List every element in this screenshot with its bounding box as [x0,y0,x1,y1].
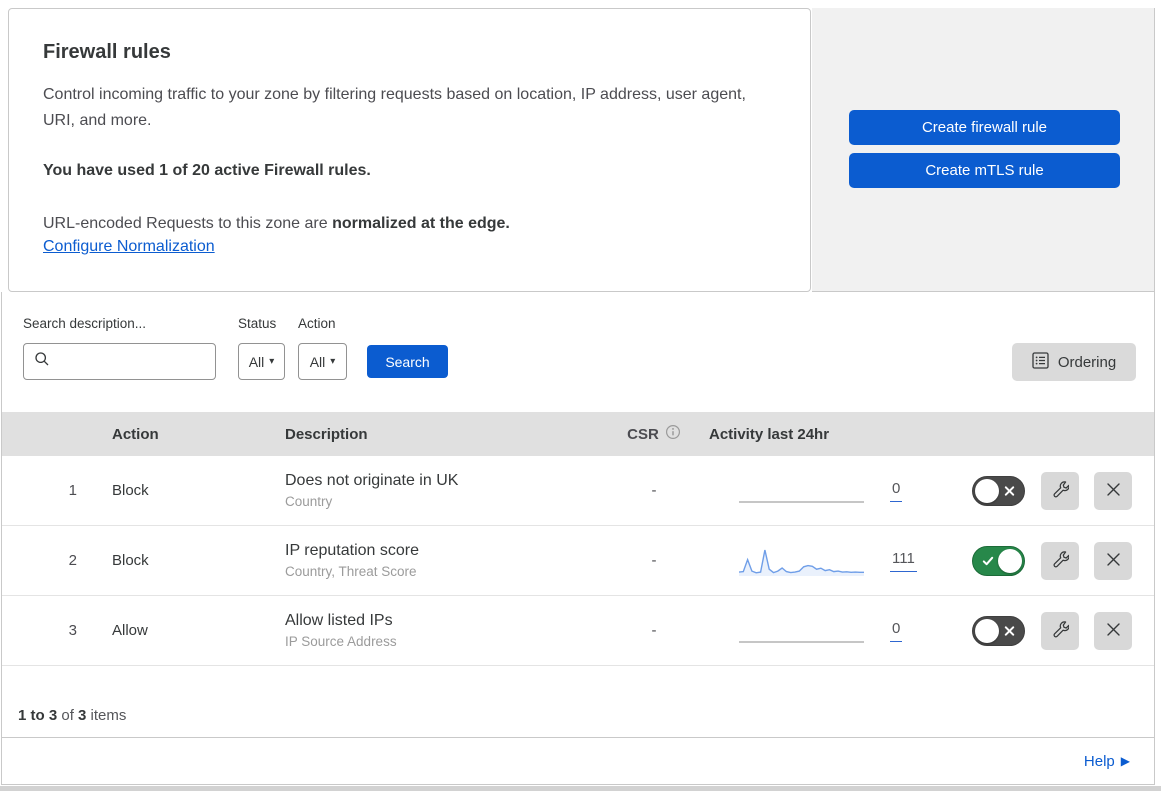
rule-action: Allow [112,622,148,639]
info-icon[interactable] [665,424,681,444]
actions-panel: Create firewall rule Create mTLS rule [812,8,1155,292]
rules-panel: Search description... Status All ▾ Actio… [1,292,1155,738]
list-icon [1032,351,1049,373]
rule-csr: - [651,482,657,499]
header-card: Firewall rules Control incoming traffic … [8,8,811,292]
rule-csr: - [651,622,657,639]
column-action: Action [112,425,159,443]
rule-enabled-toggle[interactable] [972,615,1025,646]
rule-criteria: IP Source Address [285,634,397,649]
column-activity: Activity last 24hr [709,425,830,443]
toggle-knob [998,548,1022,573]
delete-rule-button[interactable] [1094,611,1132,650]
rule-csr: - [651,552,657,569]
ordering-label: Ordering [1057,353,1117,371]
rule-description: IP reputation score [285,542,420,559]
check-icon [982,555,994,567]
status-label: Status [238,316,277,331]
rule-action: Block [112,482,149,499]
rule-criteria: Country [285,494,333,509]
configure-normalization-link[interactable]: Configure Normalization [43,238,215,256]
table-row: 2 Block IP reputation score Country, Thr… [2,526,1154,596]
table-header: Action Description CSR Activity last 24h… [2,412,1154,456]
rule-criteria: Country, Threat Score [285,564,417,579]
rule-enabled-toggle[interactable] [972,545,1025,576]
ordering-button[interactable]: Ordering [1012,343,1136,381]
normalization-note: URL-encoded Requests to this zone are no… [43,210,770,237]
action-select[interactable]: All ▾ [298,343,347,380]
action-value: All [309,353,326,370]
status-filter-group: Status All ▾ [238,316,298,380]
rule-priority: 3 [68,622,77,639]
status-value: All [248,353,265,370]
activity-count-link[interactable]: 0 [890,620,903,642]
activity-sparkline [739,476,864,506]
rule-priority: 1 [68,482,77,499]
search-label: Search description... [23,316,147,331]
normalization-text: URL-encoded Requests to this zone are [43,215,333,232]
edit-rule-button[interactable] [1041,541,1079,580]
usage-summary: You have used 1 of 20 active Firewall ru… [43,162,371,179]
edit-rule-button[interactable] [1041,471,1079,510]
page-title: Firewall rules [43,41,171,63]
chevron-down-icon: ▾ [269,356,275,367]
action-filter-group: Action All ▾ [298,316,367,380]
close-icon [1106,622,1121,640]
search-box [23,343,216,380]
chevron-down-icon: ▾ [330,356,336,367]
help-link[interactable]: Help ▶ [1084,753,1130,770]
pagination-summary: 1 to 3 of 3 items [18,707,127,724]
search-button[interactable]: Search [367,345,448,378]
rule-priority: 2 [68,552,77,569]
firewall-rules-page: Firewall rules Control incoming traffic … [0,0,1161,791]
page-description: Control incoming traffic to your zone by… [43,86,746,129]
close-icon [1106,482,1121,500]
table-row: 1 Block Does not originate in UK Country… [2,456,1154,526]
table-body: 1 Block Does not originate in UK Country… [2,456,1154,666]
activity-sparkline [739,616,864,646]
search-group: Search description... [23,316,238,380]
activity-count-link[interactable]: 111 [890,550,917,572]
activity-count-link[interactable]: 0 [890,480,903,502]
search-input[interactable] [58,353,198,370]
close-icon [1106,552,1121,570]
page-bottom-edge [0,786,1161,791]
column-description: Description [285,425,368,443]
cross-icon [1004,485,1015,496]
wrench-icon [1051,620,1070,641]
column-csr: CSR [599,424,709,444]
toggle-knob [975,618,999,643]
rule-enabled-toggle[interactable] [972,475,1025,506]
arrow-right-icon: ▶ [1120,754,1130,768]
create-mtls-rule-button[interactable]: Create mTLS rule [849,153,1120,188]
wrench-icon [1051,550,1070,571]
help-strip: Help ▶ [1,738,1155,785]
create-firewall-rule-button[interactable]: Create firewall rule [849,110,1120,145]
rule-description: Allow listed IPs [285,612,393,629]
search-button-group: Search [367,316,448,378]
delete-rule-button[interactable] [1094,541,1132,580]
edit-rule-button[interactable] [1041,611,1079,650]
toggle-knob [975,478,999,503]
items-range: 1 to 3 [18,707,58,724]
delete-rule-button[interactable] [1094,471,1132,510]
wrench-icon [1051,480,1070,501]
filter-bar: Search description... Status All ▾ Actio… [2,292,1154,412]
cross-icon [1004,625,1015,636]
activity-sparkline [739,546,864,576]
rule-action: Block [112,552,149,569]
normalization-bold: normalized at the edge. [332,215,510,232]
action-label: Action [298,316,336,331]
table-row: 3 Allow Allow listed IPs IP Source Addre… [2,596,1154,666]
search-icon [34,351,50,372]
rule-description: Does not originate in UK [285,472,459,489]
status-select[interactable]: All ▾ [238,343,285,380]
